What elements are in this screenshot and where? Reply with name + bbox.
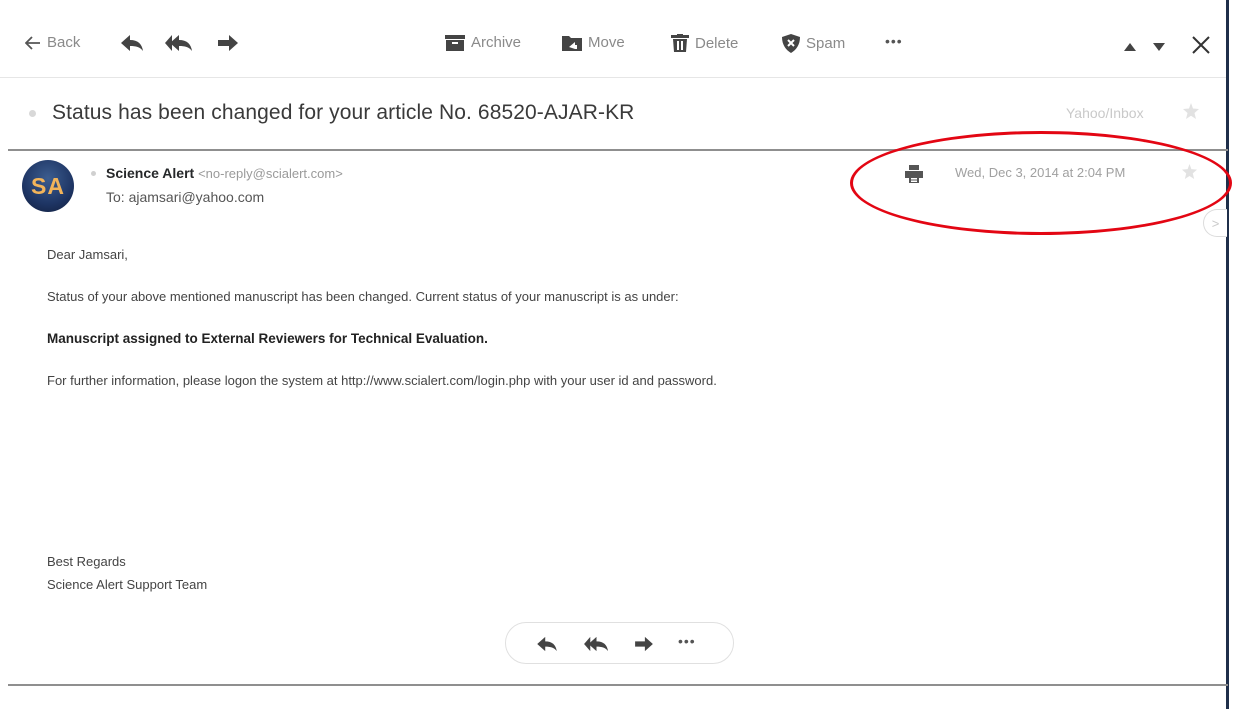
side-panel-toggle[interactable]: > bbox=[1203, 209, 1227, 237]
back-label: Back bbox=[47, 34, 81, 51]
body-paragraph: Status of your above mentioned manuscrip… bbox=[47, 289, 679, 304]
reply-icon bbox=[121, 35, 143, 51]
quick-reply-all-button[interactable] bbox=[584, 636, 609, 657]
back-button[interactable]: Back bbox=[25, 34, 80, 51]
quick-reply-bar: ••• bbox=[505, 622, 734, 664]
quick-reply-button[interactable] bbox=[536, 636, 558, 657]
sender-status-dot bbox=[91, 171, 96, 176]
more-actions-label: ••• bbox=[885, 33, 903, 49]
unread-dot bbox=[29, 110, 36, 117]
signature: Science Alert Support Team bbox=[47, 577, 208, 592]
archive-label: Archive bbox=[471, 34, 522, 51]
reply-all-icon bbox=[165, 35, 192, 51]
move-button[interactable]: Move bbox=[562, 34, 625, 51]
message-body: Dear Jamsari, Status of your above menti… bbox=[47, 244, 827, 412]
body-paragraph: For further information, please logon th… bbox=[47, 373, 717, 388]
close-icon bbox=[1192, 36, 1210, 54]
move-label: Move bbox=[588, 34, 625, 51]
avatar-initials: SA bbox=[31, 172, 65, 199]
trash-icon bbox=[671, 34, 689, 52]
triangle-down-icon bbox=[1153, 43, 1165, 51]
quick-forward-button[interactable] bbox=[634, 636, 654, 657]
red-circle-annotation bbox=[850, 131, 1232, 235]
sign-off: Best Regards bbox=[47, 554, 126, 569]
shield-icon bbox=[782, 34, 800, 53]
forward-icon bbox=[218, 35, 238, 51]
forward-icon bbox=[635, 636, 653, 652]
folder-breadcrumb[interactable]: Yahoo/Inbox bbox=[1066, 105, 1144, 121]
forward-button[interactable] bbox=[217, 34, 239, 57]
star-button[interactable] bbox=[1183, 103, 1199, 124]
avatar[interactable]: SA bbox=[22, 160, 74, 212]
delete-button[interactable]: Delete bbox=[671, 34, 738, 52]
signature-block: Best Regards Science Alert Support Team bbox=[47, 550, 207, 596]
quick-more-label: ••• bbox=[678, 633, 696, 649]
recipient-line: To: ajamsari@yahoo.com bbox=[106, 189, 265, 205]
next-message-button[interactable] bbox=[1153, 38, 1165, 56]
reply-icon bbox=[537, 636, 557, 652]
close-button[interactable] bbox=[1192, 36, 1210, 59]
message-subject: Status has been changed for your article… bbox=[52, 101, 635, 124]
body-greeting: Dear Jamsari, bbox=[47, 247, 128, 262]
spam-label: Spam bbox=[806, 35, 846, 52]
quick-more-button[interactable]: ••• bbox=[678, 633, 696, 649]
delete-label: Delete bbox=[695, 34, 739, 52]
star-icon bbox=[1183, 103, 1199, 119]
triangle-up-icon bbox=[1124, 43, 1136, 51]
folder-move-icon bbox=[562, 35, 582, 51]
more-actions-button[interactable]: ••• bbox=[885, 33, 903, 49]
reply-button[interactable] bbox=[120, 34, 144, 57]
previous-message-button[interactable] bbox=[1124, 38, 1136, 56]
archive-icon bbox=[445, 34, 465, 51]
body-status: Manuscript assigned to External Reviewer… bbox=[47, 331, 488, 346]
sender-email[interactable]: <no-reply@scialert.com> bbox=[198, 166, 343, 181]
message-toolbar: Back Archive Move Delete Spam ••• bbox=[0, 0, 1226, 78]
spam-button[interactable]: Spam bbox=[782, 34, 845, 53]
sender-line: Science Alert <no-reply@scialert.com> bbox=[106, 165, 343, 181]
sender-name[interactable]: Science Alert bbox=[106, 165, 194, 181]
reply-all-button[interactable] bbox=[165, 34, 193, 57]
archive-button[interactable]: Archive bbox=[445, 34, 521, 51]
arrow-left-icon bbox=[25, 35, 40, 50]
reply-all-icon bbox=[584, 636, 609, 652]
